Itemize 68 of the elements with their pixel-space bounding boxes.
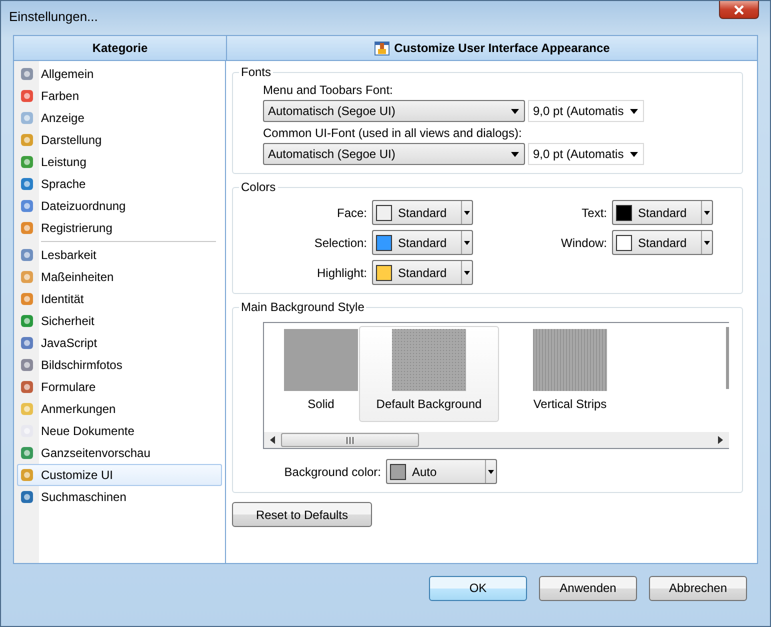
style-option[interactable]: Vertical Strips [500,326,640,422]
font-dropdown[interactable]: Automatisch (Segoe UI) [263,100,525,122]
color-dropdown[interactable]: Standard [372,200,473,225]
color-dropdown[interactable]: Standard [612,200,713,225]
category-item[interactable]: Maßeinheiten [17,266,222,288]
dropdown-arrow-icon [511,152,519,156]
dropdown-arrow-icon [704,240,710,244]
dropdown-arrow-icon [488,470,494,474]
category-item[interactable]: Anzeige [17,107,222,129]
window-title: Einstellungen... [9,9,98,24]
group-title: Colors [240,180,277,194]
dropdown-arrow-icon [630,152,638,156]
grip-icon [346,436,354,444]
pattern-thumbnail [726,327,729,389]
group-title: Main Background Style [240,300,366,314]
field-label: Common UI-Font (used in all views and dialogs): [263,126,523,140]
category-item[interactable]: Sicherheit [17,310,222,332]
category-item[interactable]: Anmerkungen [17,398,222,420]
category-item[interactable]: Suchmaschinen [17,486,222,508]
category-item[interactable]: Dateizuordnung [17,195,222,217]
horizontal-scrollbar[interactable] [264,432,729,448]
category-item[interactable]: Formulare [17,376,222,398]
style-option[interactable]: Default Background [359,326,499,422]
category-item[interactable]: JavaScript [17,332,222,354]
category-item[interactable]: Farben [17,85,222,107]
dialog-button[interactable]: OK [429,576,527,600]
category-item[interactable]: Bildschirmfotos [17,354,222,376]
color-dropdown[interactable]: Auto [386,459,497,484]
dropdown-arrow-icon [464,240,470,244]
dropdown-arrow-icon [704,210,710,214]
category-item[interactable]: Lesbarkeit [17,244,222,266]
category-item[interactable]: Identität [17,288,222,310]
category-item[interactable]: Allgemein [17,63,222,85]
size-dropdown[interactable]: 9,0 pt (Automatis [528,100,644,122]
style-option[interactable]: Solid [284,326,358,422]
group-title: Fonts [240,65,272,79]
field-label: Menu and Toobars Font: [263,83,394,97]
category-item[interactable]: Sprache [17,173,222,195]
color-dropdown[interactable]: Standard [612,230,713,255]
field-label: Face: [336,206,368,220]
dropdown-arrow-icon [464,210,470,214]
scroll-right-icon[interactable] [718,436,723,444]
field-label: Background color: [283,464,381,478]
category-item[interactable]: Neue Dokumente [17,420,222,442]
category-item[interactable]: Registrierung [17,217,222,239]
field-label: Selection: [313,236,368,250]
font-dropdown[interactable]: Automatisch (Segoe UI) [263,143,525,165]
dropdown-arrow-icon [464,270,470,274]
panel-title: Customize User Interface Appearance [394,41,610,55]
dialog-button[interactable]: Anwenden [539,576,637,600]
column-header: Kategorie [14,36,227,60]
category-item[interactable]: Darstellung [17,129,222,151]
color-dropdown[interactable]: Standard [372,260,473,285]
scroll-left-icon[interactable] [270,436,275,444]
field-label: Highlight: [316,266,368,280]
color-dropdown[interactable]: Standard [372,230,473,255]
size-dropdown[interactable]: 9,0 pt (Automatis [528,143,644,165]
dialog-button[interactable]: Abbrechen [649,576,747,600]
field-label: Text: [580,206,608,220]
category-item[interactable]: Leistung [17,151,222,173]
close-button[interactable] [719,1,759,19]
dropdown-arrow-icon [511,108,519,114]
dropdown-arrow-icon [630,108,638,114]
field-label: Window: [560,236,608,250]
category-item[interactable]: Ganzseitenvorschau [17,442,222,464]
reset-button[interactable]: Reset to Defaults [232,502,372,527]
close-icon [733,4,745,14]
category-item[interactable]: Customize UI [17,464,222,486]
